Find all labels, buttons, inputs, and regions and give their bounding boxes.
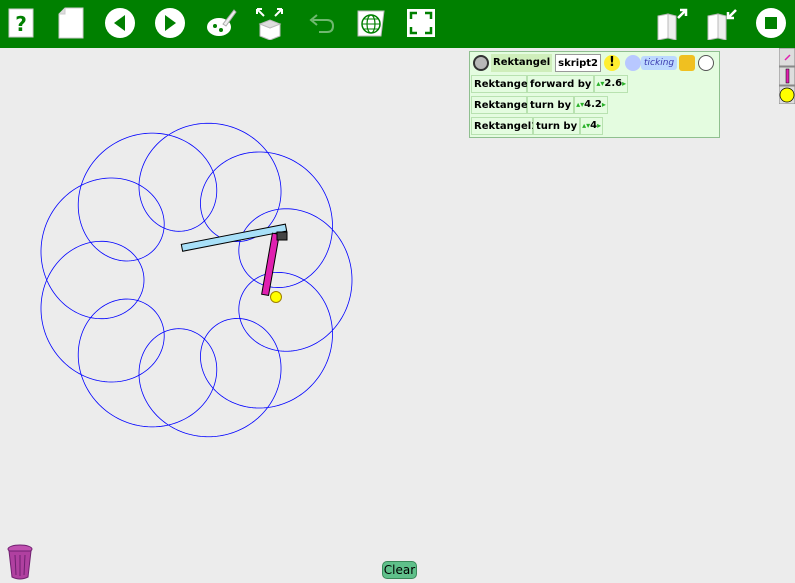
row-value[interactable]: 4: [590, 117, 597, 135]
previous-page-icon: [105, 8, 135, 38]
script-row-forward[interactable]: Rektangel forward by ▴▾ 2.6 ▸: [471, 74, 629, 94]
paint-icon: [207, 9, 237, 36]
trash-can-icon[interactable]: [4, 543, 36, 581]
script-row-turn-2[interactable]: Rektangel1 turn by ▴▾ 4 ▸: [471, 116, 604, 136]
clear-button[interactable]: Clear: [382, 561, 417, 579]
script-panel[interactable]: Rektangel skript2 ! ticking Rektangel fo…: [469, 51, 720, 138]
toolbar: ?: [0, 0, 795, 48]
triangle-right-icon[interactable]: ▸: [622, 75, 626, 93]
row-object-label: Rektangel: [471, 75, 531, 93]
gear-icon[interactable]: [625, 55, 642, 71]
paint-button[interactable]: [205, 6, 237, 40]
row-value[interactable]: 2.6: [604, 75, 622, 93]
script-name-field[interactable]: skript2: [555, 54, 602, 72]
alert-icon[interactable]: !: [604, 55, 621, 71]
stop-button[interactable]: [755, 6, 787, 40]
next-page-button[interactable]: [154, 6, 186, 40]
stepper-arrows-icon[interactable]: ▴▾: [576, 96, 584, 114]
help-button[interactable]: ?: [6, 6, 38, 40]
run-toggle-icon[interactable]: [473, 55, 489, 71]
pen-trail-path: [40, 122, 353, 438]
save-project-icon: [707, 9, 737, 40]
full-screen-icon: [407, 9, 435, 37]
language-button[interactable]: [355, 6, 387, 40]
ticking-status: ticking: [641, 56, 678, 70]
triangle-right-icon[interactable]: ▸: [597, 117, 601, 135]
short-rectangle-sprite[interactable]: [261, 231, 288, 297]
script-header: Rektangel skript2 ! ticking: [471, 53, 715, 73]
script-row-turn[interactable]: Rektangel turn by ▴▾ 4.2 ▸: [471, 95, 608, 115]
load-project-icon: [657, 8, 688, 40]
undo-icon: [309, 14, 335, 33]
supplies-button[interactable]: [254, 6, 286, 40]
pen-trail-drawing: [40, 122, 353, 438]
row-value-stepper[interactable]: ▴▾ 4 ▸: [580, 117, 604, 135]
object-thumbnails-flap[interactable]: [779, 48, 795, 104]
stepper-arrows-icon[interactable]: ▴▾: [596, 75, 604, 93]
stepper-arrows-icon[interactable]: ▴▾: [582, 117, 590, 135]
supplies-icon: [256, 8, 283, 40]
triangle-right-icon[interactable]: ▸: [602, 96, 606, 114]
save-project-button[interactable]: [706, 6, 738, 40]
pen-tip-sprite[interactable]: [270, 291, 282, 303]
menu-icon[interactable]: [698, 55, 715, 71]
cube-icon[interactable]: [679, 55, 696, 71]
row-command-label: turn by: [533, 117, 581, 135]
script-object-name: Rektangel: [491, 54, 553, 72]
help-icon: ?: [8, 8, 34, 38]
row-object-label: Rektangel: [471, 96, 531, 114]
row-command-label: turn by: [527, 96, 575, 114]
stop-icon: [756, 8, 786, 38]
next-page-icon: [155, 8, 185, 38]
row-object-label: Rektangel1: [471, 117, 538, 135]
new-page-button[interactable]: [55, 6, 87, 40]
row-value-stepper[interactable]: ▴▾ 2.6 ▸: [594, 75, 629, 93]
row-value[interactable]: 4.2: [584, 96, 602, 114]
undo-button[interactable]: [305, 6, 337, 40]
full-screen-button[interactable]: [405, 6, 437, 40]
svg-text:?: ?: [15, 12, 27, 36]
row-command-label: forward by: [527, 75, 595, 93]
previous-page-button[interactable]: [104, 6, 136, 40]
row-value-stepper[interactable]: ▴▾ 4.2 ▸: [574, 96, 608, 114]
language-icon: [357, 10, 385, 37]
load-project-button[interactable]: [656, 6, 688, 40]
new-page-icon: [58, 7, 84, 39]
